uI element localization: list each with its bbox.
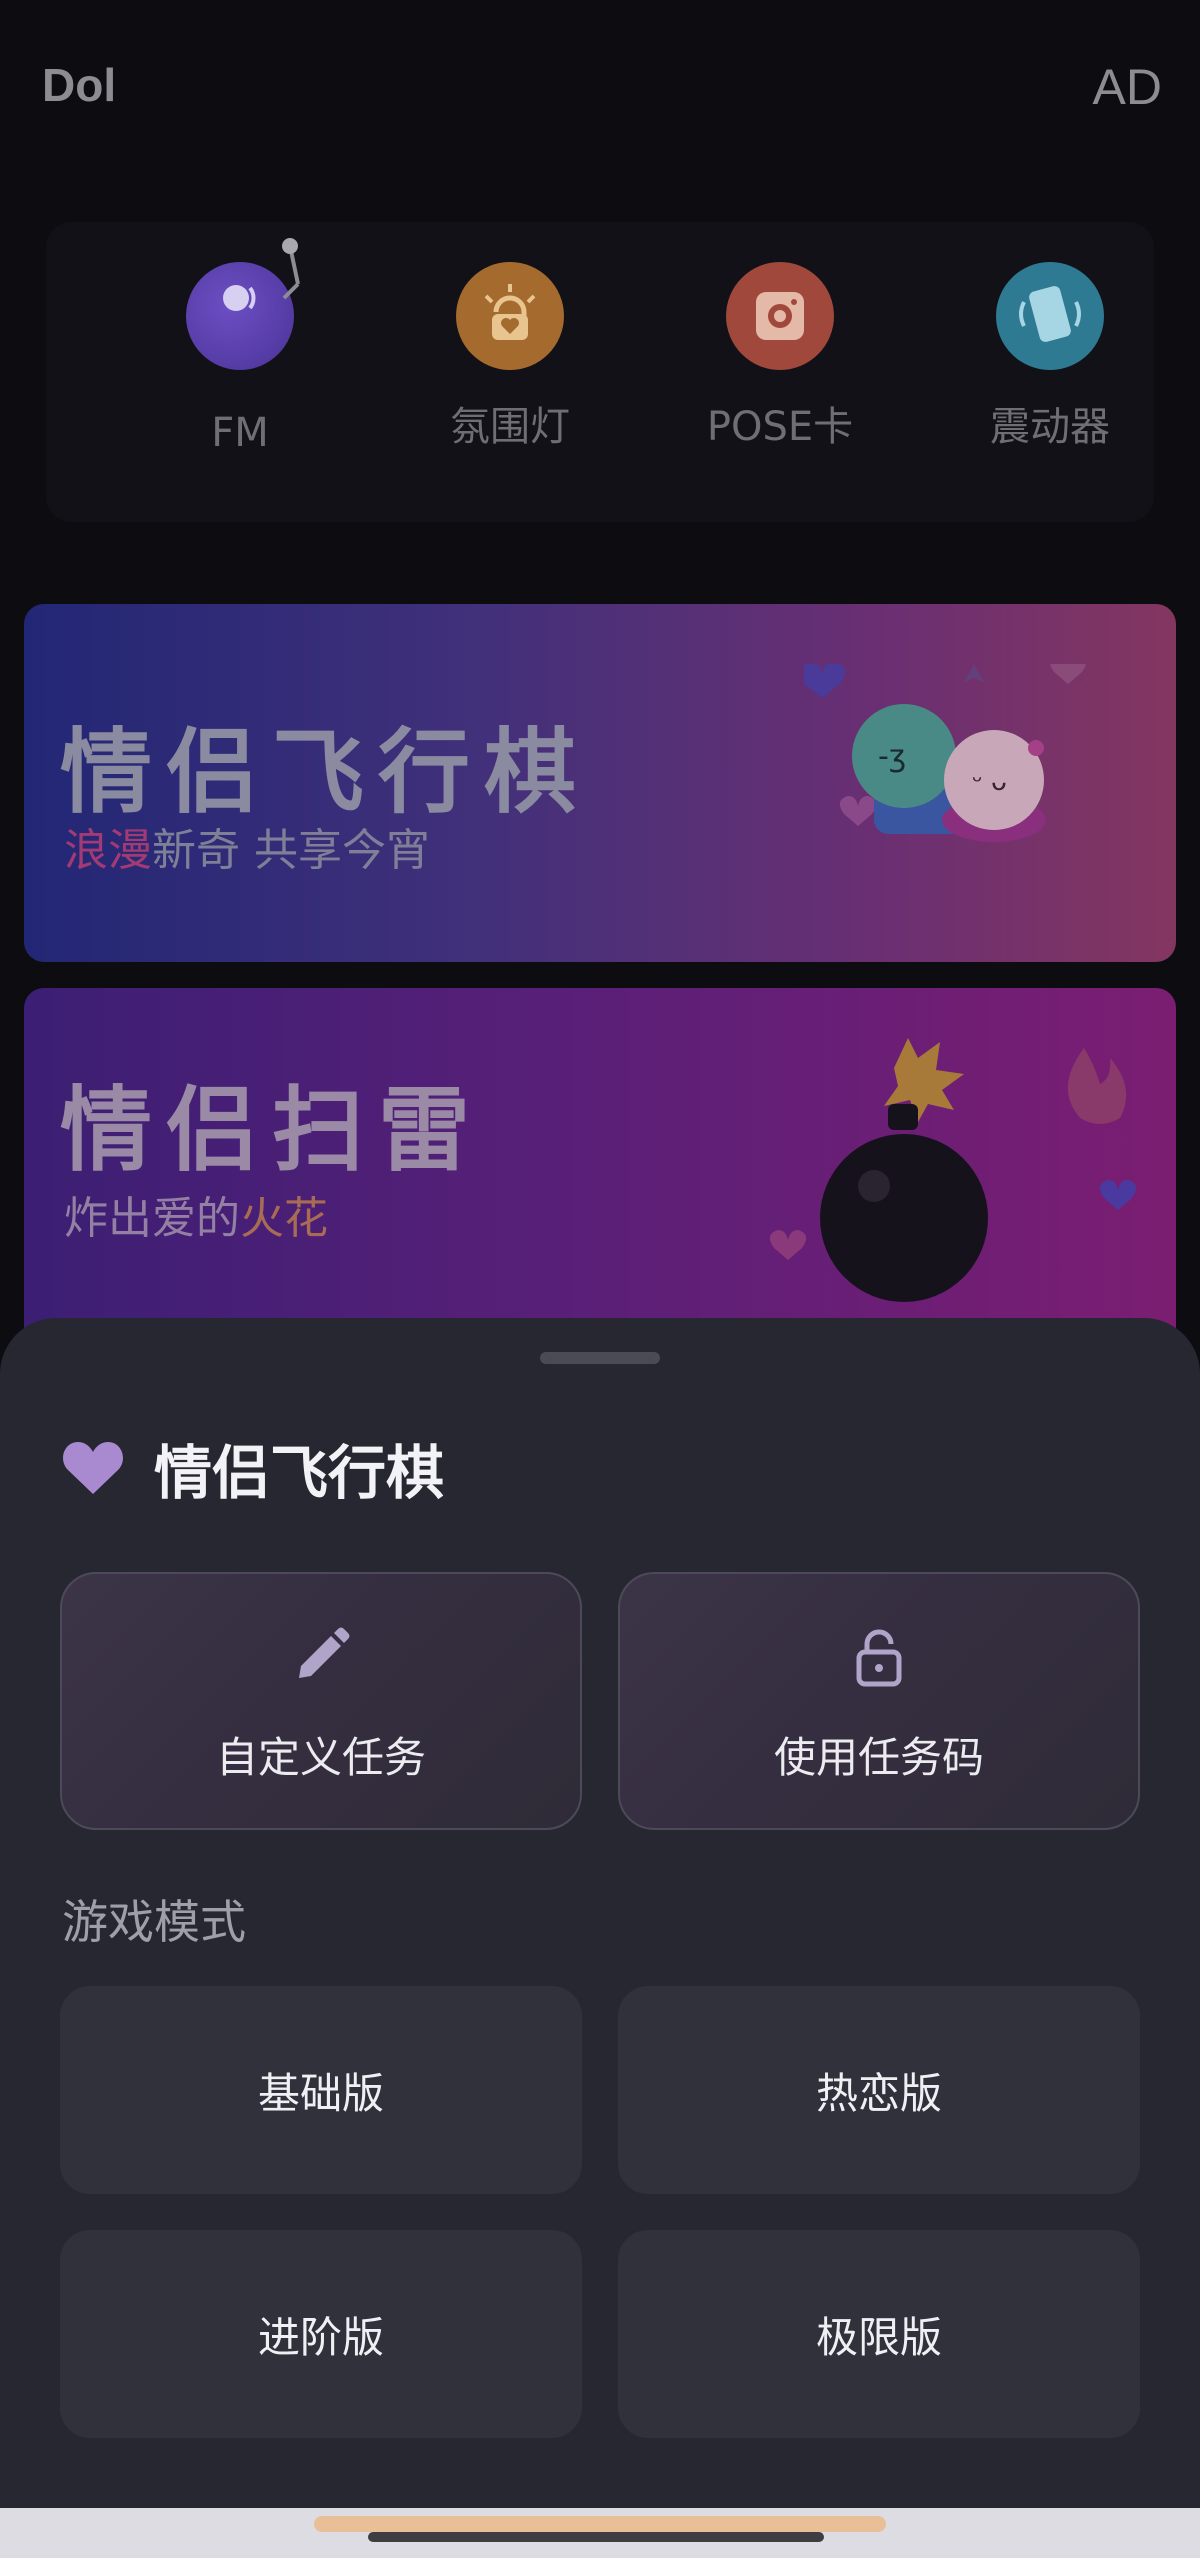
banner-title: 情侣飞行棋 xyxy=(60,719,591,826)
custom-task-button[interactable]: 自定义任务 xyxy=(60,1572,582,1830)
tool-pose-card[interactable]: POSE卡 xyxy=(670,262,890,452)
bottom-overlay-bar xyxy=(314,2516,886,2532)
tool-label: FM xyxy=(211,410,269,456)
bomb-illustration xyxy=(769,1038,1137,1302)
radio-icon xyxy=(186,238,300,370)
tool-ambient-light[interactable]: 氛围灯 xyxy=(400,262,620,452)
tool-label: 氛围灯 xyxy=(450,404,570,450)
mode-basic-button[interactable]: 基础版 xyxy=(60,1986,582,2194)
banner-couple-minesweeper[interactable]: 情侣扫雷 炸出爱的火花 xyxy=(24,988,1176,1348)
mode-hot-button[interactable]: 热恋版 xyxy=(618,1986,1140,2194)
tool-vibrator[interactable]: 震动器 xyxy=(940,262,1160,452)
couple-characters-illustration: -ʒ ᵕ ᴗ xyxy=(804,664,1086,842)
tool-panel: FM 氛围灯 POSE卡 震动器 xyxy=(46,222,1154,522)
lamp-icon xyxy=(456,262,564,370)
banner-subtitle-accent: 火花 xyxy=(240,1193,328,1244)
custom-task-label: 自定义任务 xyxy=(215,1733,426,1782)
game-mode-section-label: 游戏模式 xyxy=(62,1895,246,1949)
app-logo: Dol xyxy=(42,59,117,111)
vibrate-icon xyxy=(996,262,1104,370)
mode-advanced-button[interactable]: 进阶版 xyxy=(60,2230,582,2438)
sheet-drag-handle[interactable] xyxy=(540,1352,660,1364)
banner-couple-ludo[interactable]: 情侣飞行棋 浪漫新奇 共享今宵 -ʒ ᵕ ᴗ xyxy=(24,604,1176,962)
pencil-icon xyxy=(299,1627,350,1678)
use-task-code-label: 使用任务码 xyxy=(773,1733,984,1782)
mode-extreme-button[interactable]: 极限版 xyxy=(618,2230,1140,2438)
banner-title: 情侣扫雷 xyxy=(60,1077,485,1184)
svg-text:ᵕ ᴗ: ᵕ ᴗ xyxy=(972,767,1007,797)
ad-button[interactable]: AD xyxy=(1093,58,1162,116)
camera-icon xyxy=(726,262,834,370)
tool-fm[interactable]: FM xyxy=(130,238,350,456)
banner-subtitle-rest: 新奇 共享今宵 xyxy=(152,825,430,876)
sheet-header: 情侣飞行棋 xyxy=(62,1428,444,1508)
home-indicator[interactable] xyxy=(368,2532,824,2542)
system-bottom-bar xyxy=(0,2508,1200,2558)
tool-label: POSE卡 xyxy=(706,404,854,450)
banner-subtitle-main: 炸出爱的 xyxy=(64,1193,240,1244)
heart-icon xyxy=(63,1442,123,1494)
app-bar: Dol AD xyxy=(0,0,1200,180)
unlock-icon xyxy=(856,1629,902,1687)
tool-label: 震动器 xyxy=(990,404,1110,450)
svg-text:-ʒ: -ʒ xyxy=(878,739,906,774)
banner-subtitle: 浪漫新奇 共享今宵 xyxy=(64,814,430,878)
sheet-title: 情侣飞行棋 xyxy=(154,1439,445,1507)
bottom-sheet: 情侣飞行棋 自定义任务 使用任务码 游戏模式 基础版 热恋版 进阶版 极限版 xyxy=(0,1318,1200,2558)
banner-subtitle: 炸出爱的火花 xyxy=(64,1182,328,1246)
banner-subtitle-accent: 浪漫 xyxy=(64,825,152,876)
use-task-code-button[interactable]: 使用任务码 xyxy=(618,1572,1140,1830)
